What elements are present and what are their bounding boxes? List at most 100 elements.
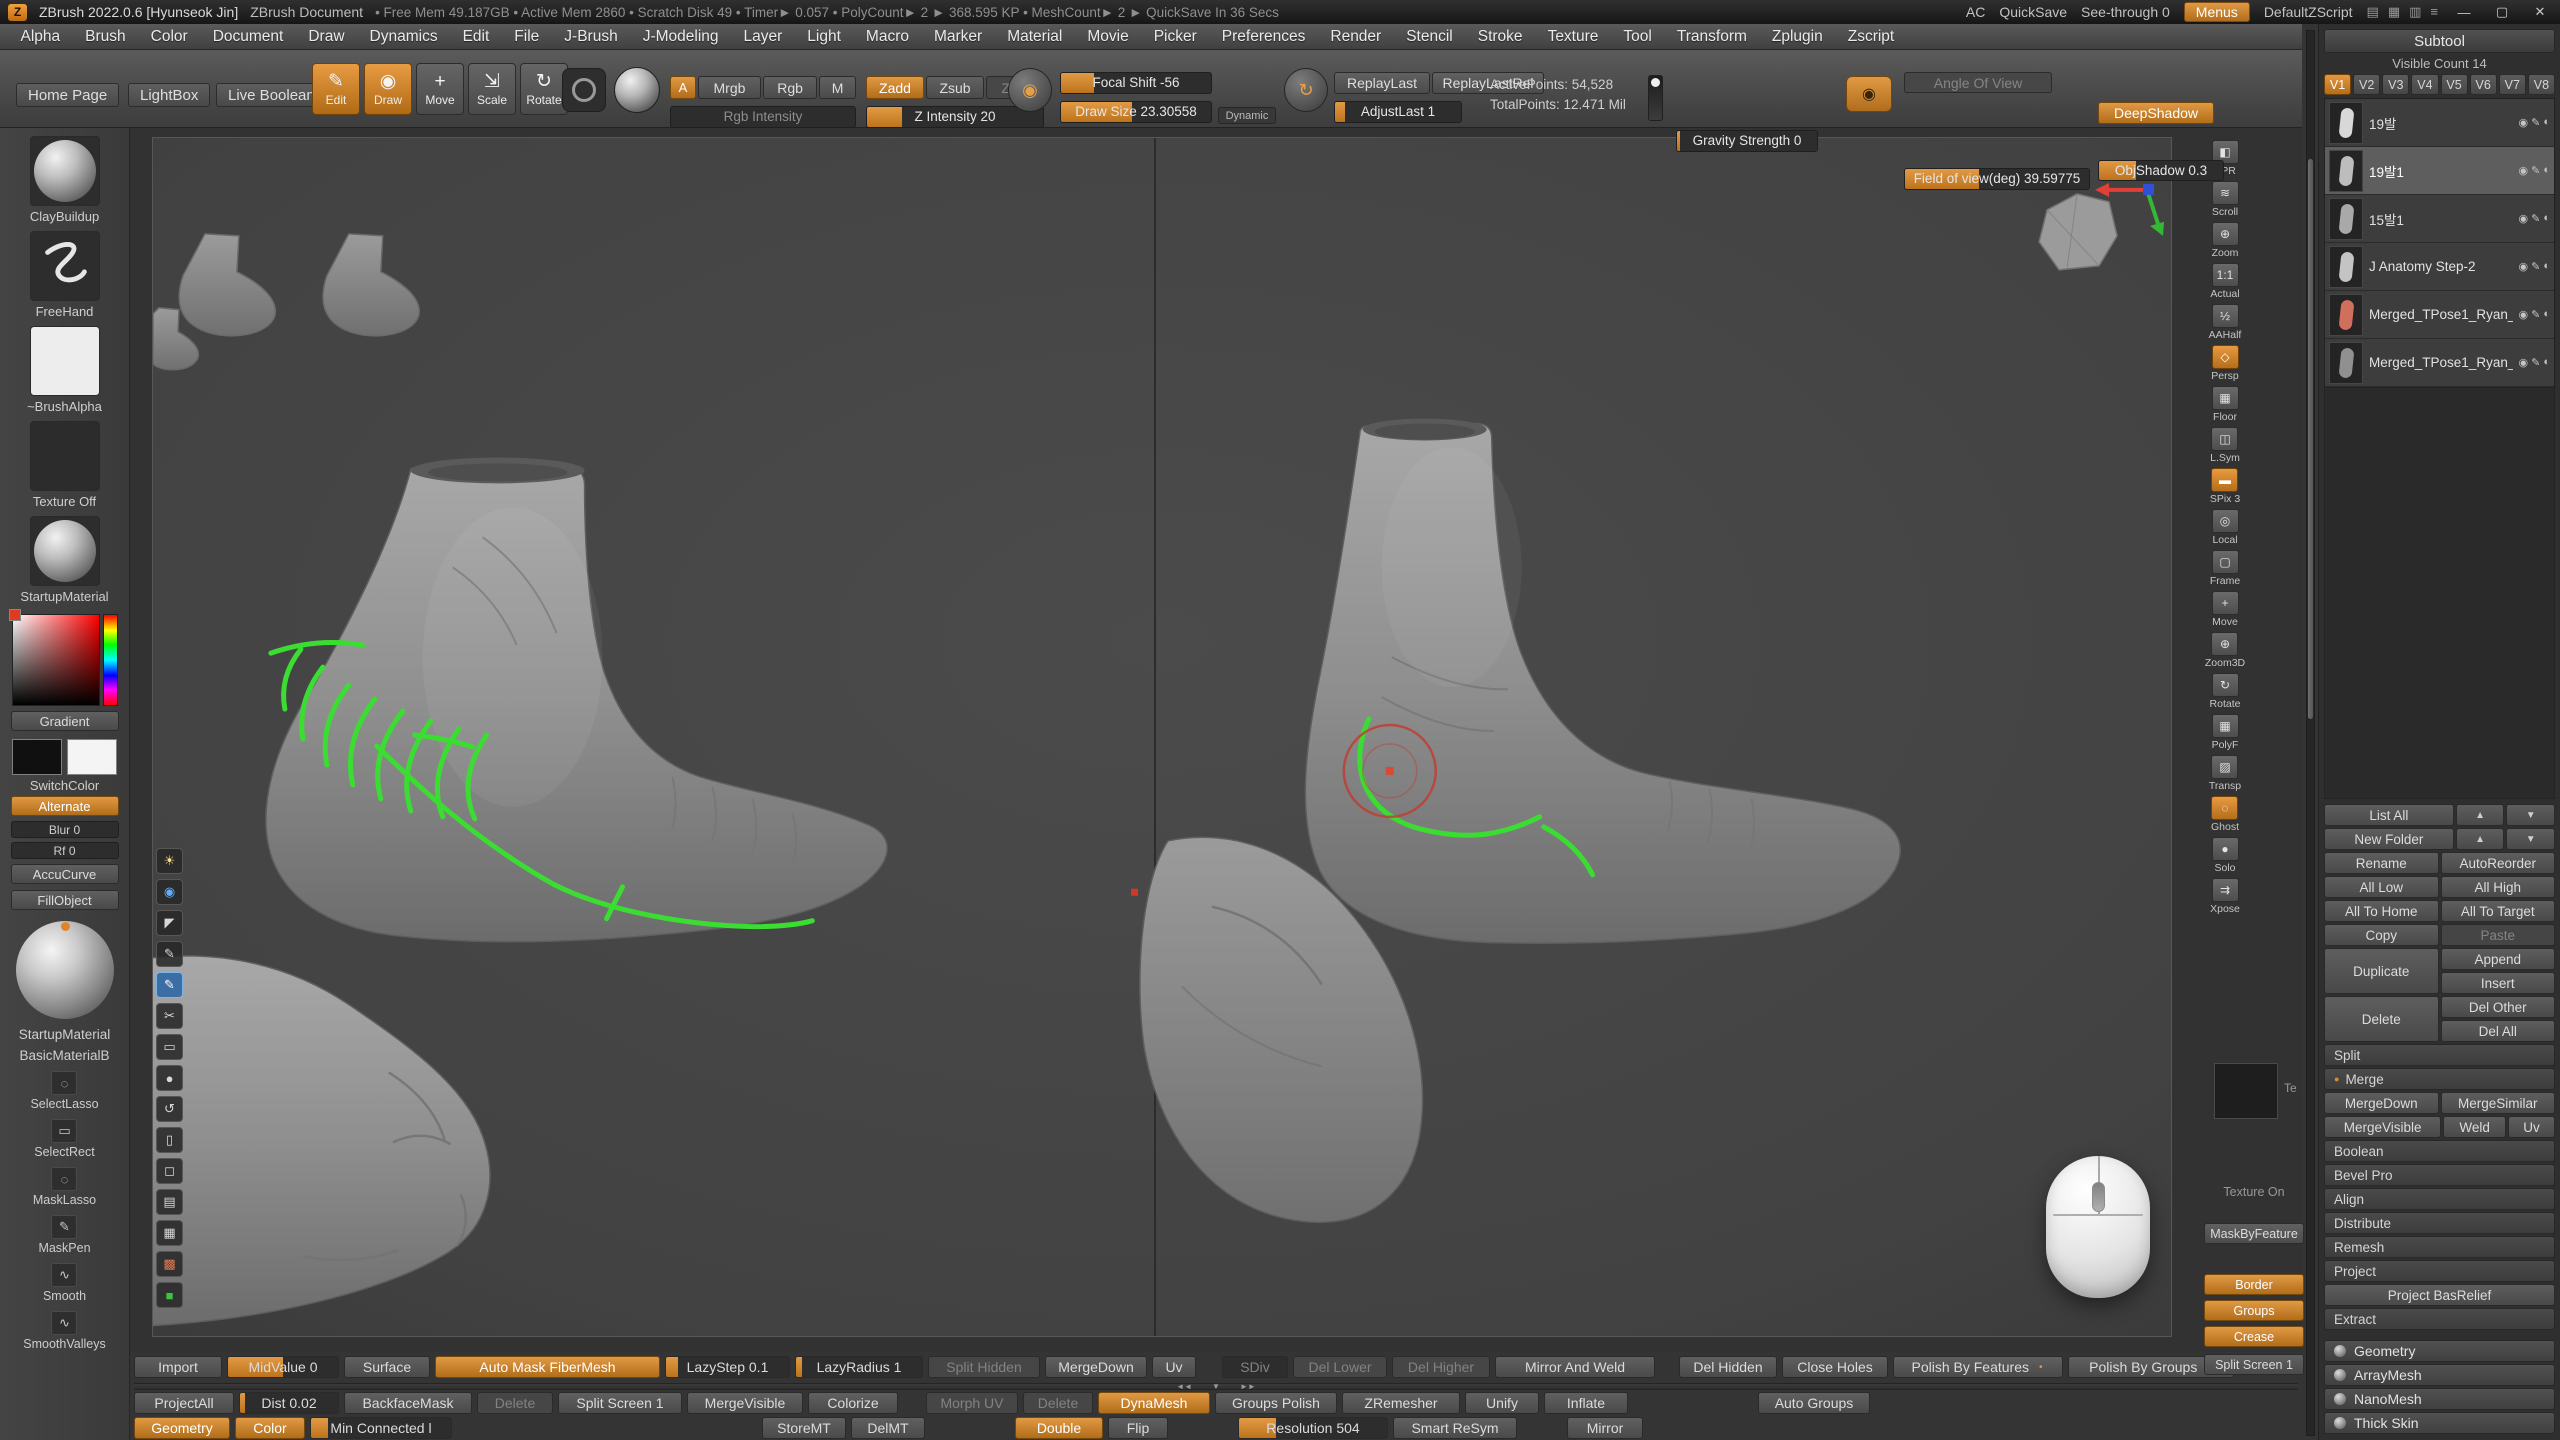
shelf-persp-button[interactable]: ◇Persp (2211, 345, 2238, 382)
subtool-item[interactable]: 19발◉✎◐ (2325, 99, 2554, 147)
knife-icon[interactable]: ✂ (156, 1003, 183, 1029)
tray-collapse-icon[interactable]: ▼ (1212, 1382, 1220, 1391)
zadd-button[interactable]: Zadd (866, 76, 924, 99)
sculpt-icon[interactable]: ◐ (2543, 116, 2550, 129)
menu-j-brush[interactable]: J-Brush (552, 24, 630, 49)
rgb-button[interactable]: Rgb (763, 76, 817, 99)
subtool-item[interactable]: 19발1◉✎◐ (2325, 147, 2554, 195)
close-button[interactable]: ✕ (2528, 4, 2552, 20)
mirror-button[interactable]: Mirror (1567, 1417, 1643, 1439)
image-icon[interactable]: ▤ (156, 1189, 183, 1215)
split-screen-button[interactable]: Split Screen 1 (2204, 1354, 2304, 1375)
shelf-local-button[interactable]: ◎Local (2212, 509, 2239, 546)
menu-light[interactable]: Light (795, 24, 854, 49)
append-button[interactable]: Append (2441, 948, 2556, 970)
adjust-last-slider[interactable]: AdjustLast 1 (1334, 101, 1462, 123)
menu-marker[interactable]: Marker (921, 24, 994, 49)
menu-material[interactable]: Material (995, 24, 1075, 49)
mergevisible-button[interactable]: MergeVisible (2324, 1116, 2441, 1138)
replay-last-button[interactable]: ReplayLast (1334, 72, 1430, 94)
tray-divider[interactable]: ◄◄ ▼ ►► (134, 1383, 2298, 1390)
trash-icon[interactable]: ▯ (156, 1127, 183, 1153)
min-connected-l-button[interactable]: Min Connected l (310, 1417, 452, 1439)
secondary-color-swatch[interactable] (67, 739, 117, 775)
clipboard-icon[interactable]: ▦ (156, 1220, 183, 1246)
version-tab-v2[interactable]: V2 (2353, 74, 2380, 95)
menu-edit[interactable]: Edit (450, 24, 502, 49)
stroke-thumbnail[interactable] (562, 68, 606, 112)
draw-size-slider[interactable]: Draw Size 23.30558 (1060, 101, 1212, 123)
crease-button[interactable]: Crease (2204, 1326, 2304, 1347)
sculpt-icon[interactable]: ◐ (2543, 356, 2550, 369)
groups-polish-button[interactable]: Groups Polish (1215, 1392, 1337, 1414)
ac-button[interactable]: AC (1966, 4, 1985, 20)
all-low-button[interactable]: All Low (2324, 876, 2439, 898)
smoothvalleys-button[interactable]: ∿SmoothValleys (23, 1311, 105, 1351)
menu-transform[interactable]: Transform (1664, 24, 1759, 49)
layout-list-icon[interactable]: ≡ (2430, 4, 2438, 20)
list-all-button[interactable]: List All (2324, 804, 2454, 826)
storemt-button[interactable]: StoreMT (762, 1417, 846, 1439)
dot-icon[interactable]: ● (156, 1065, 183, 1091)
paint-icon[interactable]: ✎ (2531, 164, 2540, 177)
all-to-target-button[interactable]: All To Target (2441, 900, 2556, 922)
current-brush[interactable]: ClayBuildup (30, 136, 100, 224)
toolbar-material-thumbnail[interactable] (614, 67, 660, 113)
lazystep-0-1-button[interactable]: LazyStep 0.1 (665, 1356, 790, 1378)
menu-document[interactable]: Document (200, 24, 296, 49)
draw-mode-button[interactable]: ◉Draw (364, 63, 412, 115)
duplicate-button[interactable]: Duplicate (2324, 948, 2439, 994)
palette-arraymesh[interactable]: ArrayMesh (2324, 1364, 2555, 1386)
folder-down-icon[interactable]: ▼ (2506, 828, 2555, 850)
see-through-slider[interactable]: See-through 0 (2081, 4, 2170, 20)
current-stroke[interactable]: FreeHand (30, 231, 100, 319)
quicksave-button[interactable]: QuickSave (1999, 4, 2067, 20)
delete-button[interactable]: Delete (2324, 996, 2439, 1042)
section-align[interactable]: Align (2324, 1188, 2555, 1210)
version-tab-v7[interactable]: V7 (2499, 74, 2526, 95)
weld-button[interactable]: Weld (2443, 1116, 2506, 1138)
subtool-down-icon[interactable]: ▼ (2506, 804, 2555, 826)
texture-preview-thumbnail[interactable] (2214, 1063, 2278, 1119)
menu-preferences[interactable]: Preferences (1209, 24, 1318, 49)
version-tab-v8[interactable]: V8 (2528, 74, 2555, 95)
section-remesh[interactable]: Remesh (2324, 1236, 2555, 1258)
autoreorder-button[interactable]: AutoReorder (2441, 852, 2556, 874)
section-merge[interactable]: ●Merge (2324, 1068, 2555, 1090)
subtool-item[interactable]: 15발1◉✎◐ (2325, 195, 2554, 243)
copy-button[interactable]: Copy (2324, 924, 2439, 946)
note-icon[interactable]: ◻ (156, 1158, 183, 1184)
replay-icon[interactable]: ↻ (1284, 68, 1328, 112)
menu-draw[interactable]: Draw (296, 24, 357, 49)
current-material[interactable]: StartupMaterial (20, 516, 108, 604)
new-folder-button[interactable]: New Folder (2324, 828, 2454, 850)
tray-scroll-left-icon[interactable]: ◄◄ (1176, 1382, 1192, 1391)
version-tab-v3[interactable]: V3 (2382, 74, 2409, 95)
rf-slider[interactable]: Rf 0 (11, 842, 119, 859)
swatch-icon[interactable]: ■ (156, 1282, 183, 1308)
color-picker[interactable] (12, 614, 118, 706)
fillobject-button[interactable]: FillObject (11, 890, 119, 910)
startup-material-button[interactable]: StartupMaterial (19, 1027, 111, 1042)
uv-button[interactable]: Uv (2508, 1116, 2555, 1138)
dynamesh-button[interactable]: DynaMesh (1098, 1392, 1210, 1414)
menu-file[interactable]: File (502, 24, 552, 49)
rename-button[interactable]: Rename (2324, 852, 2439, 874)
paint-icon[interactable]: ✎ (2531, 356, 2540, 369)
saturation-square[interactable] (12, 614, 100, 706)
palette-icon[interactable]: ▩ (156, 1251, 183, 1277)
subtool-palette-header[interactable]: Subtool (2324, 29, 2555, 53)
menu-render[interactable]: Render (1318, 24, 1394, 49)
gravity-strength-slider[interactable]: Gravity Strength 0 (1676, 130, 1818, 152)
eraser-icon[interactable]: ▭ (156, 1034, 183, 1060)
paint-icon[interactable]: ✎ (2531, 260, 2540, 273)
smart-resym-button[interactable]: Smart ReSym (1393, 1417, 1517, 1439)
selectlasso-button[interactable]: ◌SelectLasso (30, 1071, 98, 1111)
smooth-button[interactable]: ∿Smooth (43, 1263, 86, 1303)
edit-mode-button[interactable]: ✎Edit (312, 63, 360, 115)
shelf-scroll-button[interactable]: ≋Scroll (2212, 181, 2239, 218)
menu-tool[interactable]: Tool (1611, 24, 1664, 49)
material-preview-sphere[interactable] (16, 921, 114, 1019)
menu-texture[interactable]: Texture (1535, 24, 1611, 49)
section-project[interactable]: Project (2324, 1260, 2555, 1282)
